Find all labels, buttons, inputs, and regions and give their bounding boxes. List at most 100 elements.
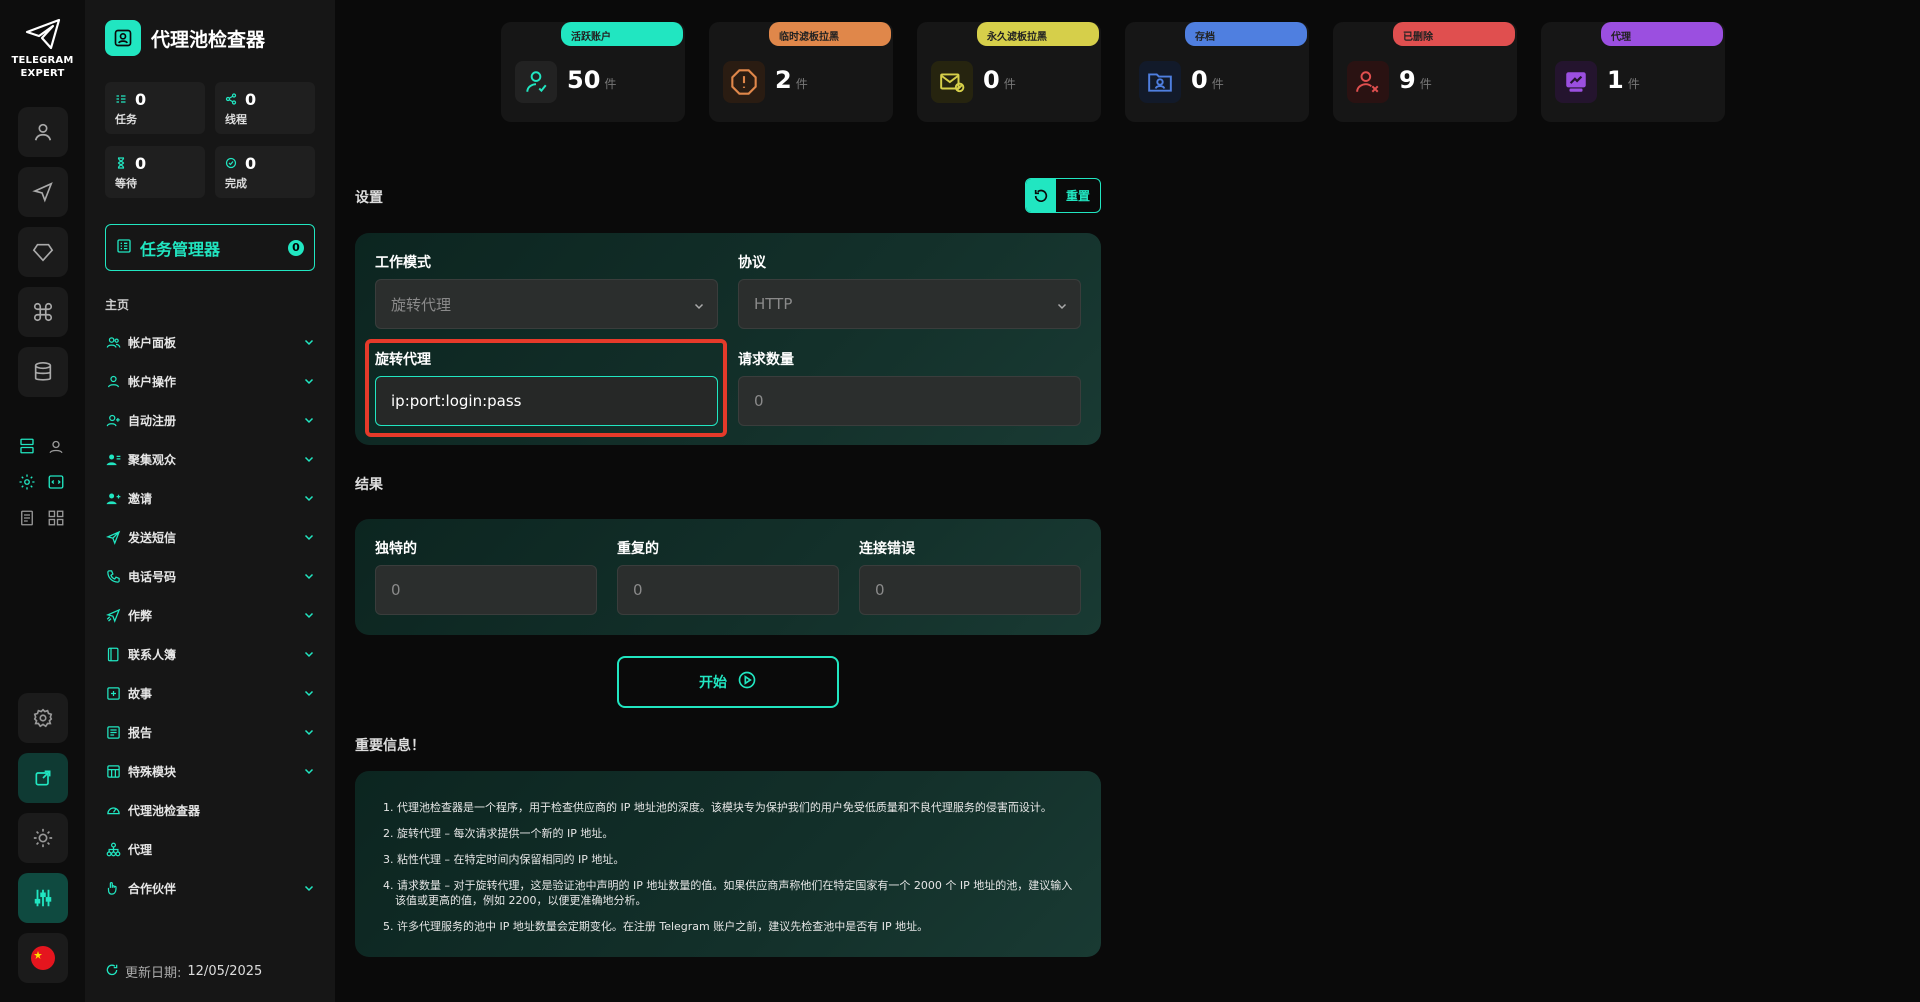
card-value: 9件 xyxy=(1399,66,1432,94)
card-archived[interactable]: 存档 0件 xyxy=(1125,22,1309,122)
chevron-down-icon xyxy=(693,298,705,316)
sidebar-item-send-sms[interactable]: 发送短信 xyxy=(105,525,315,549)
task-manager-button[interactable]: 任务管理器 0 xyxy=(105,224,315,271)
chevron-down-icon xyxy=(303,333,315,352)
work-mode-label: 工作模式 xyxy=(375,255,431,271)
rail-diamond-button[interactable] xyxy=(18,227,68,277)
document-icon[interactable] xyxy=(16,507,38,529)
archive-user-icon xyxy=(1139,61,1181,103)
share-icon xyxy=(225,90,237,109)
work-mode-value: 旋转代理 xyxy=(391,295,452,314)
grid-icon[interactable] xyxy=(45,507,67,529)
stat-threads: 0 线程 xyxy=(215,82,315,134)
sidebar-item-invite[interactable]: 邀请 xyxy=(105,486,315,510)
card-number: 50 xyxy=(567,66,601,94)
unique-label: 独特的 xyxy=(375,541,417,557)
sidebar-item-special-modules[interactable]: 特殊模块 xyxy=(105,759,315,783)
stat-waiting-value: 0 xyxy=(135,154,147,173)
stat-complete-value: 0 xyxy=(245,154,257,173)
rail-send-button[interactable] xyxy=(18,167,68,217)
card-number: 0 xyxy=(1191,66,1208,94)
send-icon xyxy=(32,182,53,203)
sidebar-item-label: 聚集观众 xyxy=(128,452,177,467)
paper-plane-logo-icon xyxy=(25,18,60,50)
china-flag-icon xyxy=(31,946,55,970)
user-pin-icon[interactable] xyxy=(45,435,67,457)
card-active-accounts[interactable]: 活跃账户 50 件 xyxy=(501,22,685,122)
card-deleted[interactable]: 已删除 9件 xyxy=(1333,22,1517,122)
rocket-icon xyxy=(105,607,121,623)
unique-field: 0 xyxy=(375,565,597,615)
sidebar-item-contacts[interactable]: 联系人簿 xyxy=(105,642,315,666)
card-number: 9 xyxy=(1399,66,1416,94)
info-item: 5. 许多代理服务的池中 IP 地址数量会定期变化。在注册 Telegram 账… xyxy=(383,920,929,933)
rotating-proxy-input[interactable]: ip:port:login:pass xyxy=(375,376,718,426)
sidebar-item-label: 电话号码 xyxy=(128,569,177,584)
request-count-input[interactable]: 0 xyxy=(738,376,1081,426)
card-perm-blocked[interactable]: 永久滤板拉黑 0件 xyxy=(917,22,1101,122)
sidebar-item-audience[interactable]: 聚集观众 xyxy=(105,447,315,471)
hourglass-icon xyxy=(115,154,127,173)
rail-theme-button[interactable] xyxy=(18,813,68,863)
brand-user-icon xyxy=(105,20,141,56)
sidebar-item-phone-numbers[interactable]: 电话号码 xyxy=(105,564,315,588)
card-value: 2件 xyxy=(775,66,808,94)
card-number: 0 xyxy=(983,66,1000,94)
chevron-down-icon xyxy=(303,879,315,898)
gauge-icon xyxy=(105,802,121,818)
sidebar-item-stories[interactable]: 故事 xyxy=(105,681,315,705)
app-logo[interactable]: TELEGRAM EXPERT xyxy=(0,18,85,80)
rail-external-link-button[interactable] xyxy=(18,753,68,803)
sidebar-item-proxy[interactable]: 代理 xyxy=(105,837,315,861)
connection-error-value: 0 xyxy=(875,581,885,599)
rail-settings-button[interactable] xyxy=(18,693,68,743)
chevron-down-icon xyxy=(303,723,315,742)
card-proxy[interactable]: 代理 1件 xyxy=(1541,22,1725,122)
reset-button[interactable]: 重置 xyxy=(1025,178,1101,213)
sidebar-item-partners[interactable]: 合作伙伴 xyxy=(105,876,315,900)
sidebar-item-label: 报告 xyxy=(128,725,153,740)
work-mode-select[interactable]: 旋转代理 xyxy=(375,279,718,329)
card-number: 2 xyxy=(775,66,792,94)
icon-rail: TELEGRAM EXPERT xyxy=(0,0,85,1002)
rail-user-button[interactable] xyxy=(18,107,68,157)
chevron-down-icon xyxy=(303,684,315,703)
sidebar-item-account-panel[interactable]: 帐户面板 xyxy=(105,330,315,354)
refresh-icon xyxy=(105,963,119,981)
play-circle-icon xyxy=(737,670,757,694)
rail-sliders-button[interactable] xyxy=(18,873,68,923)
stat-tasks: 0 任务 xyxy=(105,82,205,134)
rail-command-button[interactable] xyxy=(18,287,68,337)
database-icon xyxy=(34,362,52,381)
stat-waiting: 0 等待 xyxy=(105,146,205,198)
logo-text-line1: TELEGRAM xyxy=(11,55,74,66)
logo-text-line2: EXPERT xyxy=(20,68,65,79)
sidebar-item-reports[interactable]: 报告 xyxy=(105,720,315,744)
rail-language-button[interactable] xyxy=(18,933,68,983)
rail-database-button[interactable] xyxy=(18,347,68,397)
duplicate-label: 重复的 xyxy=(617,541,659,557)
chevron-down-icon xyxy=(303,528,315,547)
start-button[interactable]: 开始 xyxy=(617,656,839,708)
settings-icon xyxy=(33,708,53,728)
sidebar-item-proxy-pool-checker[interactable]: 代理池检查器 xyxy=(105,798,315,822)
server-icon[interactable] xyxy=(16,435,38,457)
results-title: 结果 xyxy=(355,477,383,493)
rotating-proxy-value: ip:port:login:pass xyxy=(391,392,522,410)
sidebar-item-auto-register[interactable]: 自动注册 xyxy=(105,408,315,432)
chevron-down-icon xyxy=(303,645,315,664)
card-value: 0件 xyxy=(1191,66,1224,94)
protocol-select[interactable]: HTTP xyxy=(738,279,1081,329)
stat-complete-label: 完成 xyxy=(225,177,247,190)
gear-icon[interactable] xyxy=(16,471,38,493)
info-list: 1. 代理池检查器是一个程序，用于检查供应商的 IP 地址池的深度。该模块专为保… xyxy=(383,800,1083,945)
update-info: 更新日期: 12/05/2025 xyxy=(105,962,262,981)
chevron-down-icon xyxy=(303,606,315,625)
sidebar-item-account-ops[interactable]: 帐户操作 xyxy=(105,369,315,393)
sidebar-item-label: 特殊模块 xyxy=(128,764,177,779)
code-window-icon[interactable] xyxy=(45,471,67,493)
card-temp-blocked[interactable]: 临时滤板拉黑 2件 xyxy=(709,22,893,122)
card-unit: 件 xyxy=(1211,77,1224,91)
sidebar-item-cheat[interactable]: 作弊 xyxy=(105,603,315,627)
sidebar-item-label: 邀请 xyxy=(128,491,153,506)
